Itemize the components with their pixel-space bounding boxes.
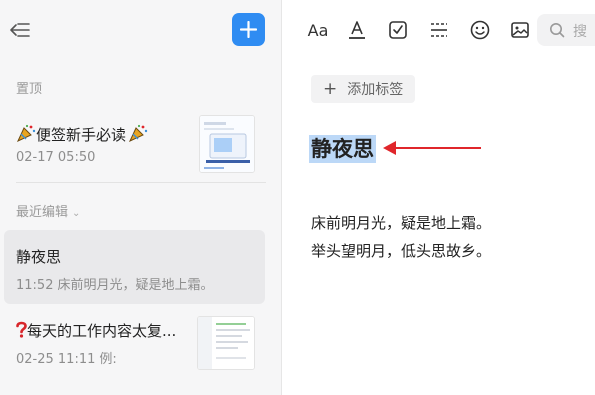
checkbox-icon[interactable] <box>387 19 409 41</box>
note-editor[interactable]: + 添加标签 静夜思 床前明月光，疑是地上霜。 举头望明月，低头思故乡。 <box>283 60 595 395</box>
note-meta: 11:52 床前明月光，疑是地上霜。 <box>16 274 213 293</box>
collapse-sidebar-icon[interactable] <box>9 19 31 41</box>
note-list-sidebar: 置顶 便签新手必读 02-17 05:50 最近编辑 ⌄ 静夜思 11:52 床… <box>0 0 282 395</box>
search-icon <box>549 22 565 42</box>
red-question-mark-icon <box>16 321 27 342</box>
note-date: 02-25 11:11 <box>16 352 96 367</box>
note-title: 静夜思 <box>16 248 62 266</box>
note-item-guide[interactable]: 便签新手必读 02-17 05:50 <box>0 112 282 178</box>
note-item-poem[interactable]: 静夜思 11:52 床前明月光，疑是地上霜。 <box>0 230 282 306</box>
note-thumbnail <box>199 115 255 173</box>
divider-line-icon[interactable] <box>428 19 450 41</box>
plus-icon <box>240 21 257 38</box>
party-popper-icon <box>128 124 148 146</box>
text-color-icon[interactable] <box>346 19 368 41</box>
new-note-button[interactable] <box>232 13 265 46</box>
note-title: 便签新手必读 <box>16 124 148 146</box>
pinned-section-label: 置顶 <box>16 82 43 97</box>
note-body-line[interactable]: 举头望明月，低头思故乡。 <box>311 240 491 261</box>
note-title: 每天的工作内容太复... <box>16 320 176 342</box>
search-input[interactable]: 搜 <box>537 14 595 46</box>
note-body-line[interactable]: 床前明月光，疑是地上霜。 <box>311 212 491 233</box>
note-title-selected[interactable]: 静夜思 <box>309 135 376 163</box>
plus-icon: + <box>323 79 338 99</box>
font-format-button[interactable]: Aa <box>307 19 329 41</box>
note-meta: 02-25 11:11 例: <box>16 348 117 367</box>
search-placeholder: 搜 <box>573 24 587 40</box>
note-item-work[interactable]: 每天的工作内容太复... 02-25 11:11 例: <box>0 312 282 378</box>
sidebar-header <box>0 0 282 60</box>
editor-toolbar: Aa 搜 <box>283 0 595 60</box>
chevron-down-icon: ⌄ <box>72 208 81 219</box>
section-divider <box>16 182 266 183</box>
party-popper-icon <box>16 124 36 146</box>
note-date: 11:52 <box>16 278 54 293</box>
note-date: 02-17 05:50 <box>16 150 96 165</box>
recent-section-label[interactable]: 最近编辑 ⌄ <box>16 201 80 220</box>
add-tag-button[interactable]: + 添加标签 <box>311 75 416 103</box>
red-arrow-annotation <box>383 141 481 155</box>
image-icon[interactable] <box>509 19 531 41</box>
note-thumbnail <box>197 316 255 370</box>
note-preview: 床前明月光，疑是地上霜。 <box>57 278 214 293</box>
note-preview: 例: <box>99 352 117 367</box>
emoji-icon[interactable] <box>469 19 491 41</box>
